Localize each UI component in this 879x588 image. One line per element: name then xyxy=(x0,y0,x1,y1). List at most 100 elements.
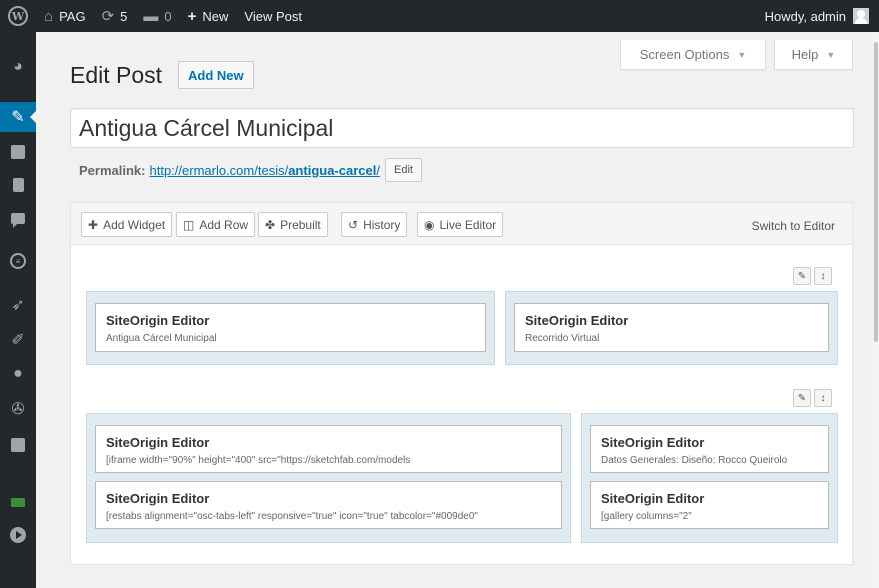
permalink: Permalink: http://ermarlo.com/tesis/anti… xyxy=(79,158,422,182)
permalink-base: http://ermarlo.com/tesis/ xyxy=(149,162,289,178)
row-1-cell-1[interactable]: SiteOrigin Editor Antigua Cárcel Municip… xyxy=(86,291,495,365)
widget-card[interactable]: SiteOrigin Editor [gallery columns="2" xyxy=(590,481,829,529)
pages-icon xyxy=(12,178,24,192)
permalink-label: Permalink: xyxy=(79,162,146,178)
live-editor-button[interactable]: ◉ Live Editor xyxy=(417,212,504,237)
builder-toolbar: ✚ Add Widget ◫ Add Row ✤ Prebuilt ↺ History … xyxy=(71,203,852,245)
screen-options-button[interactable]: Screen Options ▼ xyxy=(620,40,766,70)
widget-card[interactable]: SiteOrigin Editor Recorrido Virtual xyxy=(514,303,829,352)
caret-down-icon: ▼ xyxy=(737,49,747,60)
move-icon[interactable]: ↕ xyxy=(814,267,832,285)
menu-dashboard[interactable]: ◕ xyxy=(0,52,36,82)
prebuilt-icon: ✤ xyxy=(265,217,276,232)
page-title: Edit Post xyxy=(70,62,163,88)
history-label: History xyxy=(363,217,401,232)
widget-title: SiteOrigin Editor xyxy=(106,313,210,328)
move-icon[interactable]: ↕ xyxy=(814,389,832,407)
prebuilt-button[interactable]: ✤ Prebuilt xyxy=(258,212,328,237)
plugins-icon: ✐ xyxy=(11,332,25,349)
menu-forms[interactable]: ≡ xyxy=(0,246,36,276)
appearance-icon: ➶ xyxy=(11,297,25,314)
menu-plugin-green[interactable] xyxy=(0,487,36,517)
account-menu[interactable]: Howdy, admin xyxy=(757,0,879,32)
menu-posts[interactable]: ✎ xyxy=(0,102,36,132)
add-widget-button[interactable]: ✚ Add Widget xyxy=(81,212,173,237)
view-post-label: View Post xyxy=(244,8,302,24)
widget-title: SiteOrigin Editor xyxy=(106,491,210,506)
comments-link[interactable]: ▬ 0 xyxy=(135,0,179,32)
new-label: New xyxy=(202,8,229,24)
row-1-cell-2[interactable]: SiteOrigin Editor Recorrido Virtual xyxy=(505,291,838,365)
menu-users[interactable]: ● xyxy=(0,359,36,389)
wordpress-logo-button[interactable]: W xyxy=(0,0,36,32)
menu-settings[interactable] xyxy=(0,430,36,460)
add-row-label: Add Row xyxy=(199,217,249,232)
media-icon xyxy=(11,145,25,159)
row-2-cell-2[interactable]: SiteOrigin Editor Datos Generales: Diseñ… xyxy=(581,413,838,543)
permalink-end: / xyxy=(376,162,380,178)
add-new-button[interactable]: Add New xyxy=(178,61,254,89)
plus-icon: + xyxy=(187,7,197,25)
columns-icon: ◫ xyxy=(183,217,195,232)
scrollbar-thumb[interactable] xyxy=(874,42,878,342)
permalink-slug: antigua-carcel xyxy=(288,162,377,178)
live-editor-label: Live Editor xyxy=(439,217,497,232)
menu-plugins[interactable]: ✐ xyxy=(0,325,36,355)
widget-title: SiteOrigin Editor xyxy=(601,491,705,506)
home-icon: ⌂ xyxy=(44,7,54,25)
menu-collapse[interactable] xyxy=(0,520,36,550)
widget-description: Recorrido Virtual xyxy=(525,333,600,344)
widget-card[interactable]: SiteOrigin Editor [iframe width="90%" he… xyxy=(95,425,562,473)
widget-card[interactable]: SiteOrigin Editor Datos Generales: Diseñ… xyxy=(590,425,829,473)
widget-description: [iframe width="90%" height="400" src="ht… xyxy=(106,455,411,466)
forms-icon: ≡ xyxy=(10,253,26,269)
widget-description: Antigua Cárcel Municipal xyxy=(106,333,217,344)
view-post-link[interactable]: View Post xyxy=(236,0,310,32)
add-row-button[interactable]: ◫ Add Row xyxy=(176,212,256,237)
users-icon: ● xyxy=(13,365,23,382)
screen-options-label: Screen Options xyxy=(639,47,730,62)
menu-tools[interactable]: ✇ xyxy=(0,394,36,424)
howdy-label: Howdy, admin xyxy=(764,8,846,24)
new-content-link[interactable]: + New xyxy=(180,0,237,32)
page-builder: ✚ Add Widget ◫ Add Row ✤ Prebuilt ↺ History … xyxy=(70,202,853,565)
admin-menu: ◕ ✎ ≡ ➶ ✐ ● ✇ xyxy=(0,32,36,588)
widget-card[interactable]: SiteOrigin Editor [restabs alignment="os… xyxy=(95,481,562,529)
plugin-icon xyxy=(11,497,25,507)
widget-card[interactable]: SiteOrigin Editor Antigua Cárcel Municip… xyxy=(95,303,486,352)
wrench-icon[interactable]: ✎ xyxy=(793,267,811,285)
menu-pages[interactable] xyxy=(0,170,36,200)
site-name-link[interactable]: ⌂ PAG xyxy=(36,0,94,32)
menu-appearance[interactable]: ➶ xyxy=(0,290,36,320)
permalink-edit-button[interactable]: Edit xyxy=(384,158,422,182)
widget-description: [gallery columns="2" xyxy=(601,511,692,522)
row-2-cell-1[interactable]: SiteOrigin Editor [iframe width="90%" he… xyxy=(86,413,571,543)
switch-to-editor-link[interactable]: Switch to Editor xyxy=(752,219,835,233)
pin-icon: ✎ xyxy=(11,109,25,126)
widget-description: [restabs alignment="osc-tabs-left" respo… xyxy=(106,511,478,522)
widget-description: Datos Generales: Diseño: Rocco Queirolo xyxy=(601,455,788,466)
row-1-tools: ✎ ↕ xyxy=(793,267,832,285)
wrench-icon[interactable]: ✎ xyxy=(793,389,811,407)
admin-bar: W ⌂ PAG ⟳ 5 ▬ 0 + New View Post Howdy, a… xyxy=(0,0,879,32)
widget-title: SiteOrigin Editor xyxy=(525,313,629,328)
prebuilt-label: Prebuilt xyxy=(280,217,321,232)
plus-icon: ✚ xyxy=(88,217,99,232)
widget-title: SiteOrigin Editor xyxy=(601,435,705,450)
help-label: Help xyxy=(791,47,819,62)
permalink-url[interactable]: http://ermarlo.com/tesis/antigua-carcel/ xyxy=(149,163,380,178)
post-title-input[interactable]: Antigua Cárcel Municipal xyxy=(70,108,854,148)
menu-comments[interactable] xyxy=(0,203,36,233)
help-button[interactable]: Help ▼ xyxy=(774,40,853,70)
wordpress-icon: W xyxy=(8,6,28,26)
history-icon: ↺ xyxy=(348,217,359,232)
updates-count: 5 xyxy=(120,8,128,24)
add-widget-label: Add Widget xyxy=(103,217,166,232)
page-scrollbar[interactable] xyxy=(873,32,879,588)
updates-link[interactable]: ⟳ 5 xyxy=(94,0,136,32)
comment-icon: ▬ xyxy=(143,7,159,25)
history-button[interactable]: ↺ History xyxy=(341,212,408,237)
dashboard-icon: ◕ xyxy=(13,58,23,75)
comment-icon xyxy=(11,212,25,228)
menu-media[interactable] xyxy=(0,137,36,167)
